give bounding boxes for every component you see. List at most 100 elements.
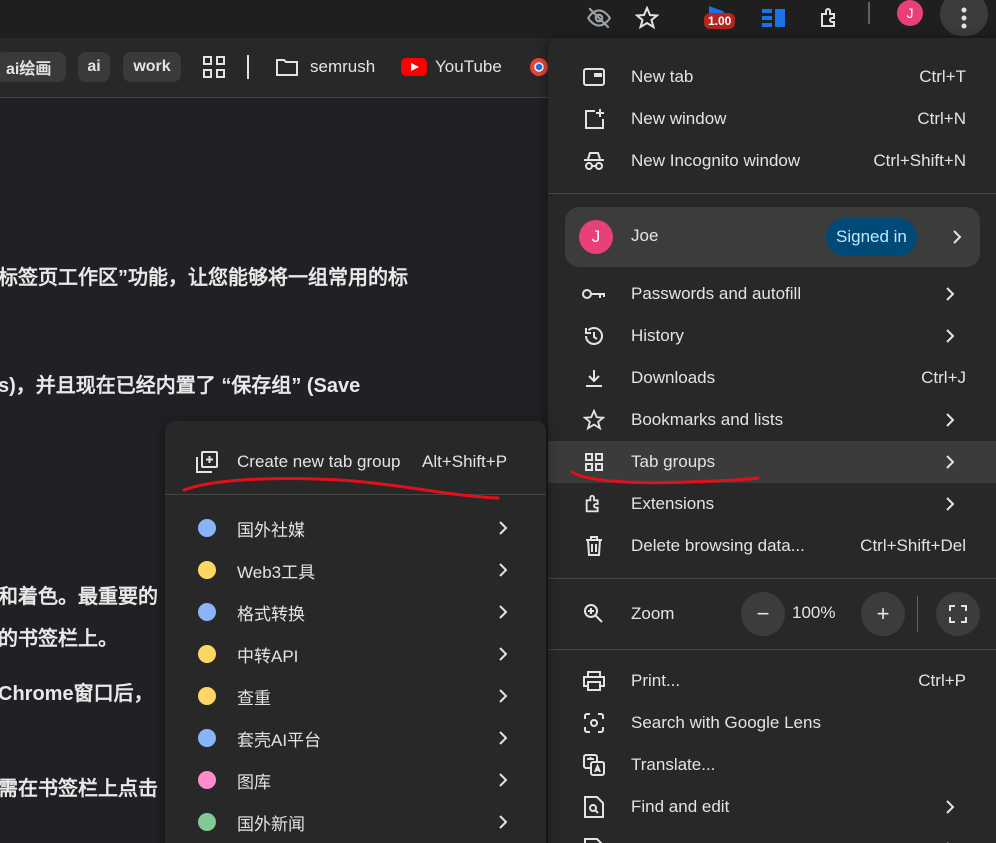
menu-item-cast-save-share[interactable] [548, 828, 996, 843]
find-page-icon [582, 795, 606, 819]
tab-group-item[interactable]: 国外社媒 [165, 507, 546, 549]
chevron-right-icon [499, 605, 508, 619]
menu-item-print[interactable]: Print... Ctrl+P [548, 660, 996, 702]
chevron-right-icon [946, 497, 955, 511]
zoom-out-button[interactable]: − [741, 592, 785, 636]
star-icon [582, 408, 606, 432]
profile-avatar[interactable]: J [897, 0, 923, 26]
profile-avatar: J [579, 220, 613, 254]
folder-icon [276, 59, 298, 76]
bookmark-chip-work[interactable]: work [123, 52, 181, 82]
puzzle-extensions-icon[interactable] [814, 2, 846, 34]
trash-icon [582, 534, 606, 558]
article-line: Chrome窗口后， [0, 683, 154, 705]
menu-item-extensions[interactable]: Extensions [548, 483, 996, 525]
menu-item-bookmarks[interactable]: Bookmarks and lists [548, 399, 996, 441]
group-color-dot [198, 645, 216, 663]
star-icon[interactable] [631, 2, 663, 34]
more-menu-button[interactable] [940, 0, 988, 36]
menu-label: Extensions [631, 494, 715, 513]
menu-item-history[interactable]: History [548, 315, 996, 357]
tab-group-label: 查重 [237, 688, 271, 708]
tab-group-label: 套壳AI平台 [237, 730, 322, 750]
article-line: 标签页工作区”功能，让您能够将一组常用的标 [0, 267, 408, 289]
article-line: 和着色。最重要的 [0, 586, 158, 608]
menu-item-translate[interactable]: Translate... [548, 744, 996, 786]
tab-group-label: 国外社媒 [237, 520, 305, 540]
menu-shortcut: Ctrl+N [917, 109, 966, 128]
browser-toolbar: 1.00 J [0, 0, 996, 38]
menu-shortcut: Ctrl+T [919, 67, 966, 86]
chrome-app-icon[interactable] [529, 52, 549, 82]
bookmark-youtube[interactable]: YouTube [401, 52, 502, 82]
key-icon [582, 282, 606, 306]
article-line: s)，并且现在已经内置了 “保存组” (Save [0, 375, 361, 397]
menu-label: Tab groups [631, 452, 716, 471]
chevron-right-icon [499, 647, 508, 661]
menu-item-downloads[interactable]: Downloads Ctrl+J [548, 357, 996, 399]
menu-divider [548, 649, 996, 650]
eye-off-icon[interactable] [583, 2, 615, 34]
new-window-icon [582, 107, 606, 131]
reading-extension-icon[interactable] [758, 2, 790, 34]
menu-item-new-tab[interactable]: New tab Ctrl+T [548, 56, 996, 98]
menu-item-passwords[interactable]: Passwords and autofill [548, 273, 996, 315]
extension-badge: 1.00 [704, 13, 736, 29]
chevron-right-icon [946, 455, 955, 469]
menu-shortcut: Ctrl+P [918, 671, 966, 690]
create-group-label: Create new tab group [237, 452, 401, 471]
chevron-right-icon [499, 521, 508, 535]
page-icon [582, 837, 606, 843]
tab-group-item[interactable]: 中转API [165, 633, 546, 675]
tab-group-item[interactable]: 格式转换 [165, 591, 546, 633]
menu-item-find-and-edit[interactable]: Find and edit [548, 786, 996, 828]
zoom-in-button[interactable]: + [861, 592, 905, 636]
zoom-divider [917, 596, 918, 632]
tab-group-item[interactable]: 国外新闻 [165, 801, 546, 843]
new-tab-icon [582, 65, 606, 89]
bookmarks-divider [247, 55, 249, 79]
puzzle-icon [582, 492, 606, 516]
tab-group-item[interactable]: 查重 [165, 675, 546, 717]
group-color-dot [198, 729, 216, 747]
menu-item-new-window[interactable]: New window Ctrl+N [548, 98, 996, 140]
menu-label: Delete browsing data... [631, 536, 805, 555]
history-icon [582, 324, 606, 348]
menu-label: Translate... [631, 755, 716, 774]
tab-group-item[interactable]: 图库 [165, 759, 546, 801]
zoom-label: Zoom [631, 604, 675, 623]
toolbar-divider [868, 2, 870, 24]
chevron-right-icon [953, 230, 962, 244]
menu-label: Print... [631, 671, 681, 690]
bookmark-chip-ai-painting[interactable]: ai绘画 [0, 52, 66, 82]
chevron-right-icon [499, 563, 508, 577]
add-group-icon [196, 451, 218, 473]
chevron-right-icon [499, 689, 508, 703]
menu-item-tab-groups[interactable]: Tab groups [548, 441, 996, 483]
menu-label: New window [631, 109, 727, 128]
menu-item-new-incognito[interactable]: New Incognito window Ctrl+Shift+N [548, 140, 996, 182]
chevron-right-icon [499, 731, 508, 745]
create-new-tab-group-item[interactable]: Create new tab group Alt+Shift+P [165, 441, 546, 483]
chrome-main-menu: New tab Ctrl+T New window Ctrl+N New Inc… [548, 38, 996, 843]
fullscreen-button[interactable] [936, 592, 980, 636]
bookmark-folder-semrush[interactable]: semrush [275, 52, 375, 82]
profile-row[interactable]: J Joe Signed in [565, 207, 980, 267]
group-color-dot [198, 813, 216, 831]
chevron-right-icon [946, 287, 955, 301]
menu-divider [548, 578, 996, 579]
tab-group-item[interactable]: 套壳AI平台 [165, 717, 546, 759]
menu-item-delete-browsing-data[interactable]: Delete browsing data... Ctrl+Shift+Del [548, 525, 996, 567]
signed-in-badge: Signed in [826, 218, 917, 256]
menu-label: Find and edit [631, 797, 730, 816]
tab-group-label: 中转API [237, 646, 299, 666]
bookmark-chip-ai[interactable]: ai [78, 52, 110, 82]
menu-item-google-lens[interactable]: Search with Google Lens [548, 702, 996, 744]
tab-group-label: 国外新闻 [237, 814, 305, 834]
tab-group-item[interactable]: Web3工具 [165, 549, 546, 591]
menu-label: History [631, 326, 684, 345]
article-line: 需在书签栏上点击 [0, 778, 158, 800]
zoom-icon [582, 602, 604, 624]
menu-label: Downloads [631, 368, 716, 387]
apps-grid-icon[interactable] [203, 52, 225, 82]
